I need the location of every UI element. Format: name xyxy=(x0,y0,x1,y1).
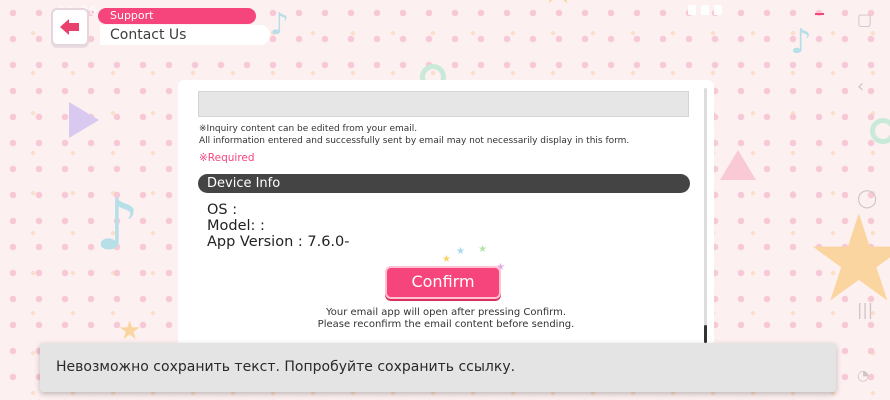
back-arrow-icon xyxy=(60,18,80,36)
notification-icon xyxy=(701,5,709,15)
back-button[interactable] xyxy=(51,8,89,46)
contact-form-panel: ※Inquiry content can be edited from your… xyxy=(178,80,714,370)
required-label: ※Required xyxy=(199,152,255,164)
star-decoration: ★ xyxy=(118,316,142,346)
device-info-header: Device Info xyxy=(198,174,690,193)
sparkle-icon: ★ xyxy=(478,244,487,255)
music-note-decoration: ♪ xyxy=(790,22,812,62)
inquiry-note-line: All information entered and successfully… xyxy=(199,136,630,146)
sparkle-icon: ★ xyxy=(442,254,451,265)
confirm-hint-line: Please reconfirm the email content befor… xyxy=(317,319,575,330)
inquiry-note: ※Inquiry content can be edited from your… xyxy=(199,123,629,147)
confirm-hint: Your email app will open after pressing … xyxy=(178,307,714,331)
screenshot-icon[interactable]: ▢ xyxy=(857,10,872,29)
music-note-decoration: ♪ xyxy=(270,7,290,42)
battery-icon xyxy=(688,5,696,15)
inquiry-note-line: ※Inquiry content can be edited from your… xyxy=(199,124,418,134)
status-indicator xyxy=(815,13,824,15)
triangle-decoration xyxy=(69,102,99,138)
rotate-icon[interactable]: ◔ xyxy=(857,368,869,384)
status-icons xyxy=(688,5,722,15)
sparkle-icon: ★ xyxy=(456,246,465,257)
chevron-left-icon[interactable]: ‹ xyxy=(857,76,864,97)
confirm-hint-line: Your email app will open after pressing … xyxy=(326,307,566,318)
star-decoration: ★ xyxy=(805,190,890,329)
star-decoration: ★ xyxy=(540,0,576,10)
toast-message: Невозможно сохранить текст. Попробуйте с… xyxy=(40,343,836,392)
scrollbar-track[interactable] xyxy=(704,88,707,343)
page-title: Contact Us xyxy=(100,25,270,45)
music-note-decoration: ♪ xyxy=(95,184,140,266)
device-info-list: OS : Model: : App Version : 7.6.0- xyxy=(207,202,350,250)
model-line: Model: : xyxy=(207,218,265,234)
inquiry-content-field[interactable] xyxy=(198,91,689,117)
ring-decoration xyxy=(870,118,890,144)
section-tag: Support xyxy=(98,8,256,24)
os-line: OS : xyxy=(207,202,238,218)
confirm-button[interactable]: Confirm xyxy=(385,266,501,299)
app-version-line: App Version : 7.6.0- xyxy=(207,234,350,250)
home-circle-icon[interactable]: ◯ xyxy=(857,188,877,209)
scrollbar-thumb[interactable] xyxy=(704,325,707,343)
recent-apps-icon[interactable]: ||| xyxy=(857,300,873,319)
signal-icon xyxy=(714,5,722,15)
triangle-decoration xyxy=(720,150,756,180)
